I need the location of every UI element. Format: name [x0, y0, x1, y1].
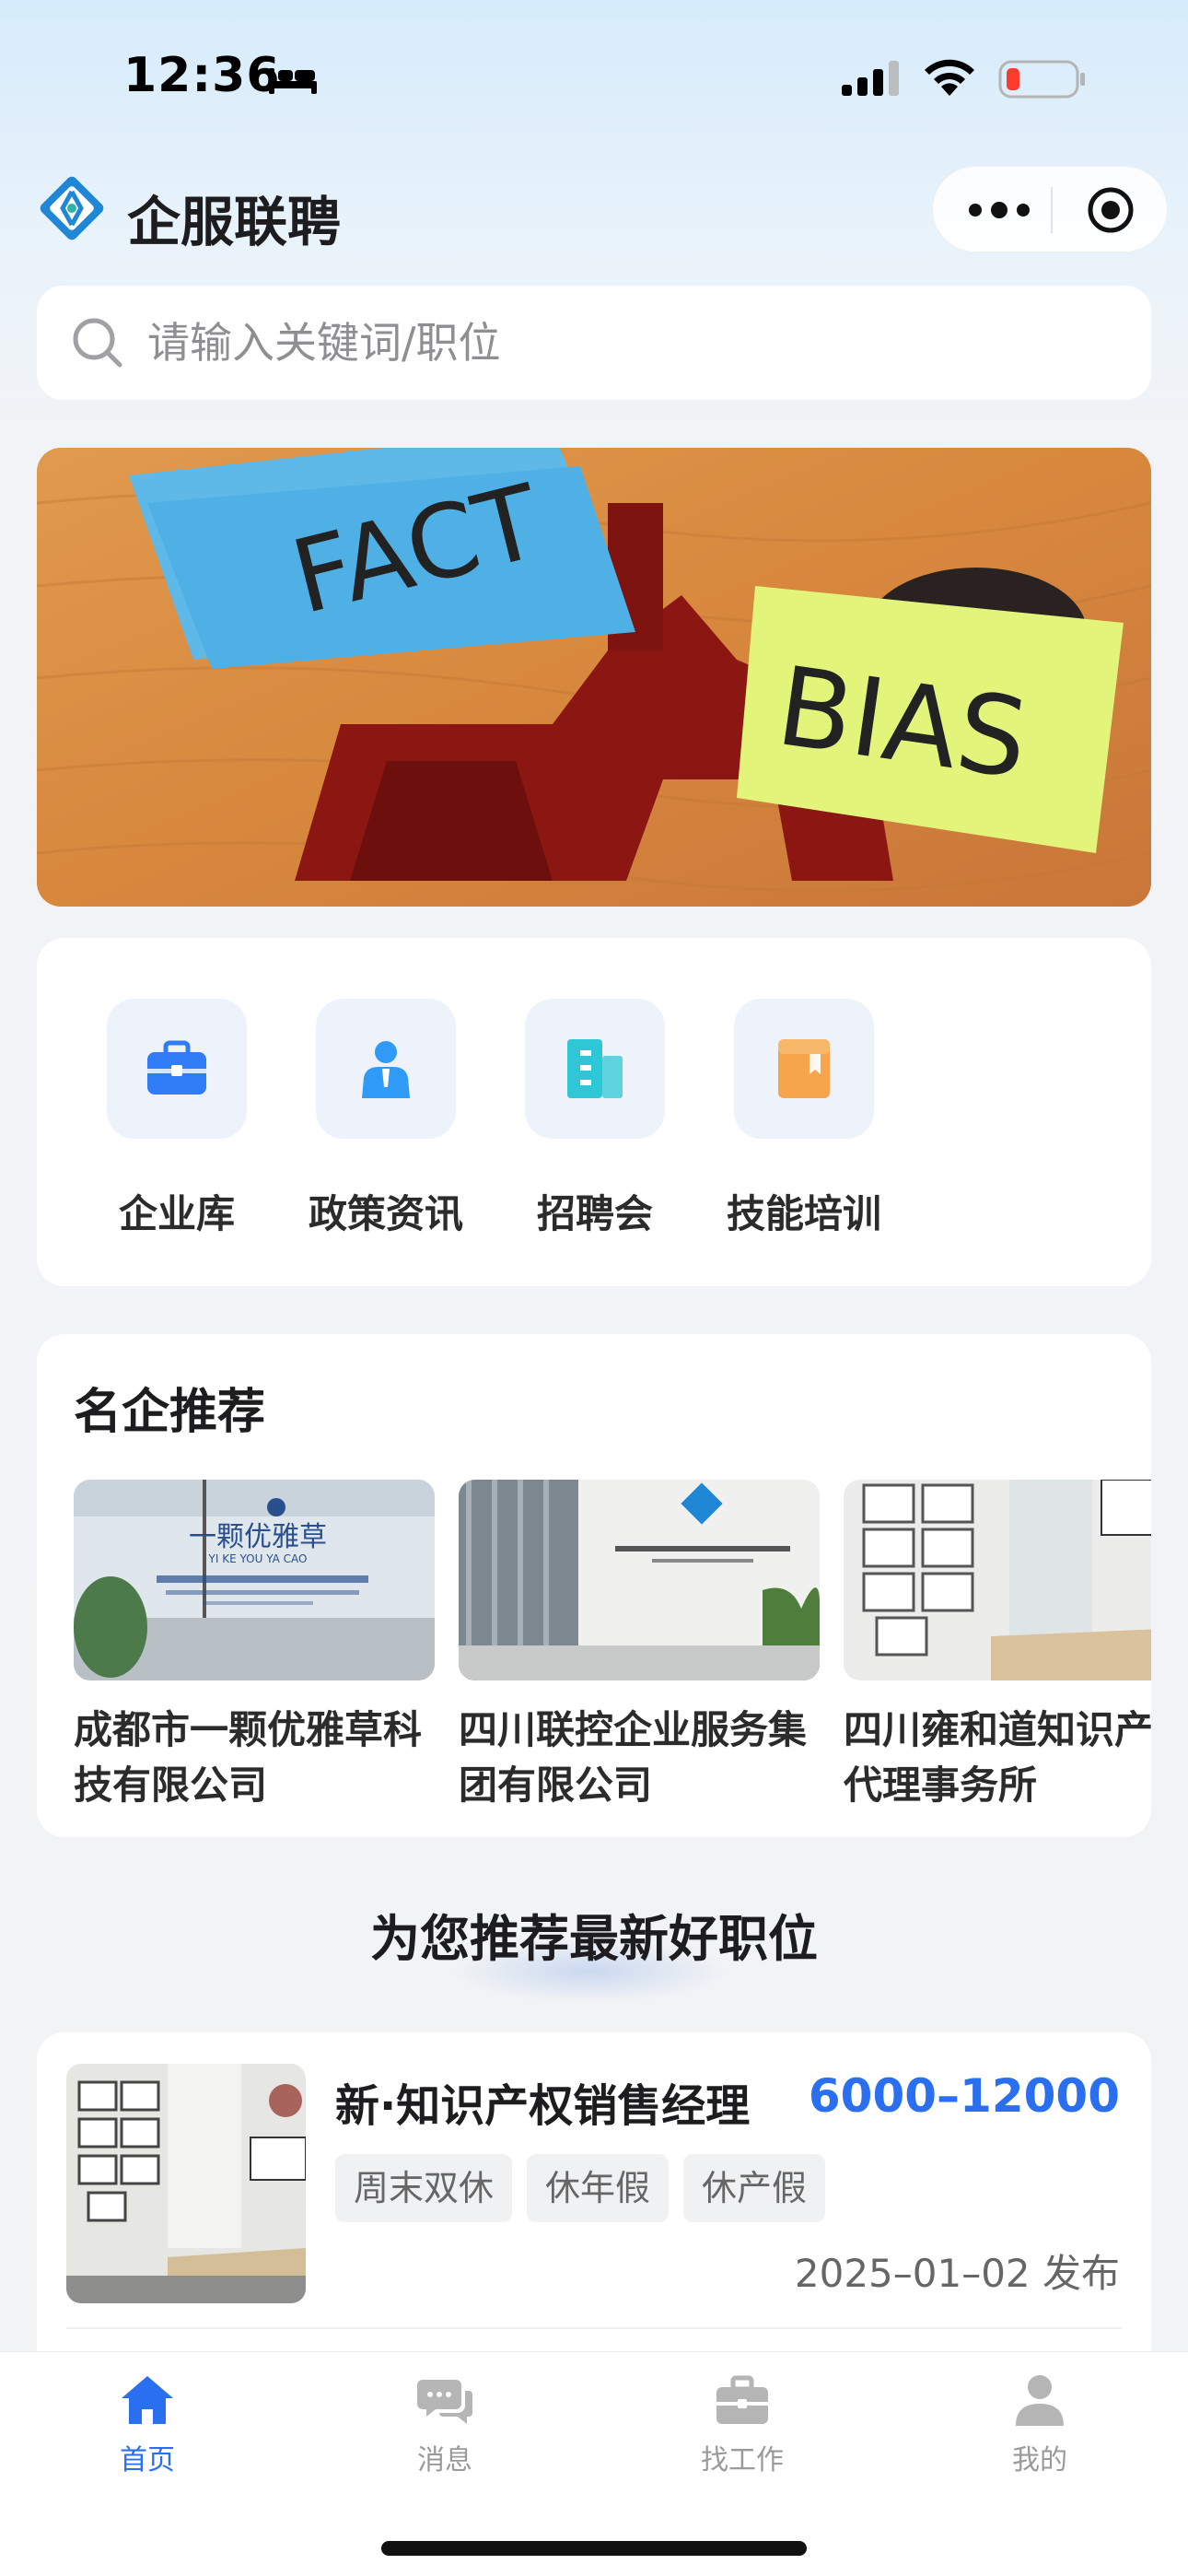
company-card[interactable]: 四川联控企业服务集团有限公司: [459, 1480, 820, 1813]
book-icon: [778, 1039, 830, 1098]
photo-sign-text: 一颗优雅草: [189, 1521, 327, 1553]
bed-icon: [269, 68, 317, 94]
quick-nav-tile: [734, 999, 874, 1139]
briefcase-icon: [716, 2375, 768, 2424]
photo-subtitle-text: YI KE YOU YA CAO: [208, 1552, 308, 1565]
tab-profile[interactable]: 我的: [948, 2371, 1132, 2500]
quick-nav-tile: [107, 999, 247, 1139]
company-card[interactable]: 一颗优雅草 YI KE YOU YA CAO 成都市一颗优雅草科技有限公司: [74, 1480, 435, 1813]
target-icon[interactable]: [1086, 185, 1136, 235]
company-photo: [844, 1480, 1151, 1680]
search-bar: [37, 286, 1151, 400]
job-card[interactable]: 新·知识产权销售经理 6000–12000 周末双休 休年假 休产假 2025–…: [37, 2032, 1151, 2401]
status-time: 12:36: [123, 48, 281, 103]
job-tag: 休年假: [527, 2154, 670, 2222]
user-icon: [1016, 2375, 1064, 2426]
briefcase-icon: [147, 1040, 206, 1095]
app-page: 12:36 企服联聘 请输入关键词/职位 FACT BIAS 企业库 政策资讯 …: [0, 0, 1188, 2576]
company-photo: 一颗优雅草 YI KE YOU YA CAO: [74, 1480, 435, 1680]
quick-nav-tile: [525, 999, 665, 1139]
job-salary: 6000–12000: [808, 2069, 1120, 2123]
building-icon: [567, 1039, 623, 1098]
job-thumbnail: [66, 2064, 306, 2303]
job-tag: 休产假: [683, 2154, 826, 2222]
app-title: 企服联聘: [127, 191, 342, 253]
banner-image[interactable]: FACT BIAS: [37, 448, 1151, 907]
tab-label: 消息: [417, 2444, 472, 2476]
person-icon: [362, 1041, 410, 1098]
home-indicator[interactable]: [381, 2541, 807, 2556]
home-icon: [122, 2376, 173, 2424]
quick-nav-label: 招聘会: [536, 1191, 653, 1236]
job-divider: [66, 2327, 1122, 2329]
quick-nav-label: 政策资讯: [308, 1191, 463, 1236]
tab-label: 首页: [120, 2444, 175, 2476]
quick-nav-enterprise-library[interactable]: 企业库: [70, 999, 273, 1238]
search-input[interactable]: [147, 286, 1124, 400]
recommend-heading: 为您推荐最新好职位: [0, 1898, 1188, 2003]
quick-nav-job-fair[interactable]: 招聘会: [488, 999, 691, 1238]
company-logo-icon: [40, 176, 104, 240]
chat-icon: [417, 2380, 472, 2424]
job-tags: 周末双休 休年假 休产假: [335, 2154, 826, 2222]
battery-low-icon: [998, 60, 1085, 99]
company-name: 四川雍和道知识产权代理事务所: [844, 1707, 1151, 1808]
job-title: 新·知识产权销售经理: [335, 2080, 751, 2132]
section-title: 名企推荐: [74, 1385, 266, 1440]
tab-label: 找工作: [701, 2444, 784, 2476]
company-photo: [459, 1480, 820, 1680]
quick-nav-policy-news[interactable]: 政策资讯: [279, 999, 482, 1238]
status-bar: 12:36: [0, 0, 1188, 157]
capsule-divider: [1051, 187, 1053, 233]
company-card[interactable]: 四川雍和道知识产权代理事务所: [844, 1480, 1151, 1813]
tab-find-jobs[interactable]: 找工作: [650, 2371, 834, 2500]
quick-nav-tile: [316, 999, 456, 1139]
app-header: 企服联聘: [0, 166, 1188, 258]
recommend-heading-text: 为您推荐最新好职位: [370, 1910, 818, 1968]
tab-messages[interactable]: 消息: [353, 2371, 537, 2500]
company-name: 四川联控企业服务集团有限公司: [459, 1707, 808, 1808]
job-tag: 周末双休: [335, 2154, 513, 2222]
more-dots-icon[interactable]: [964, 193, 1034, 228]
quick-nav-label: 技能培训: [726, 1191, 881, 1236]
tab-home[interactable]: 首页: [55, 2371, 239, 2500]
mini-program-capsule: [932, 166, 1168, 252]
quick-nav-label: 企业库: [118, 1191, 235, 1236]
quick-nav-card: 企业库 政策资讯 招聘会 技能培训: [37, 938, 1151, 1286]
company-name: 成都市一颗优雅草科技有限公司: [74, 1707, 423, 1808]
search-icon: [73, 318, 122, 368]
signal-icon: [842, 61, 899, 96]
tab-label: 我的: [1012, 2444, 1067, 2476]
quick-nav-skill-training[interactable]: 技能培训: [697, 999, 900, 1238]
wifi-icon: [925, 59, 974, 96]
job-date: 2025–01–02 发布: [794, 2251, 1120, 2296]
featured-companies-card: 名企推荐 一颗优雅草 YI KE YOU YA CAO 成都市一颗优雅草科技有限…: [37, 1334, 1151, 1837]
